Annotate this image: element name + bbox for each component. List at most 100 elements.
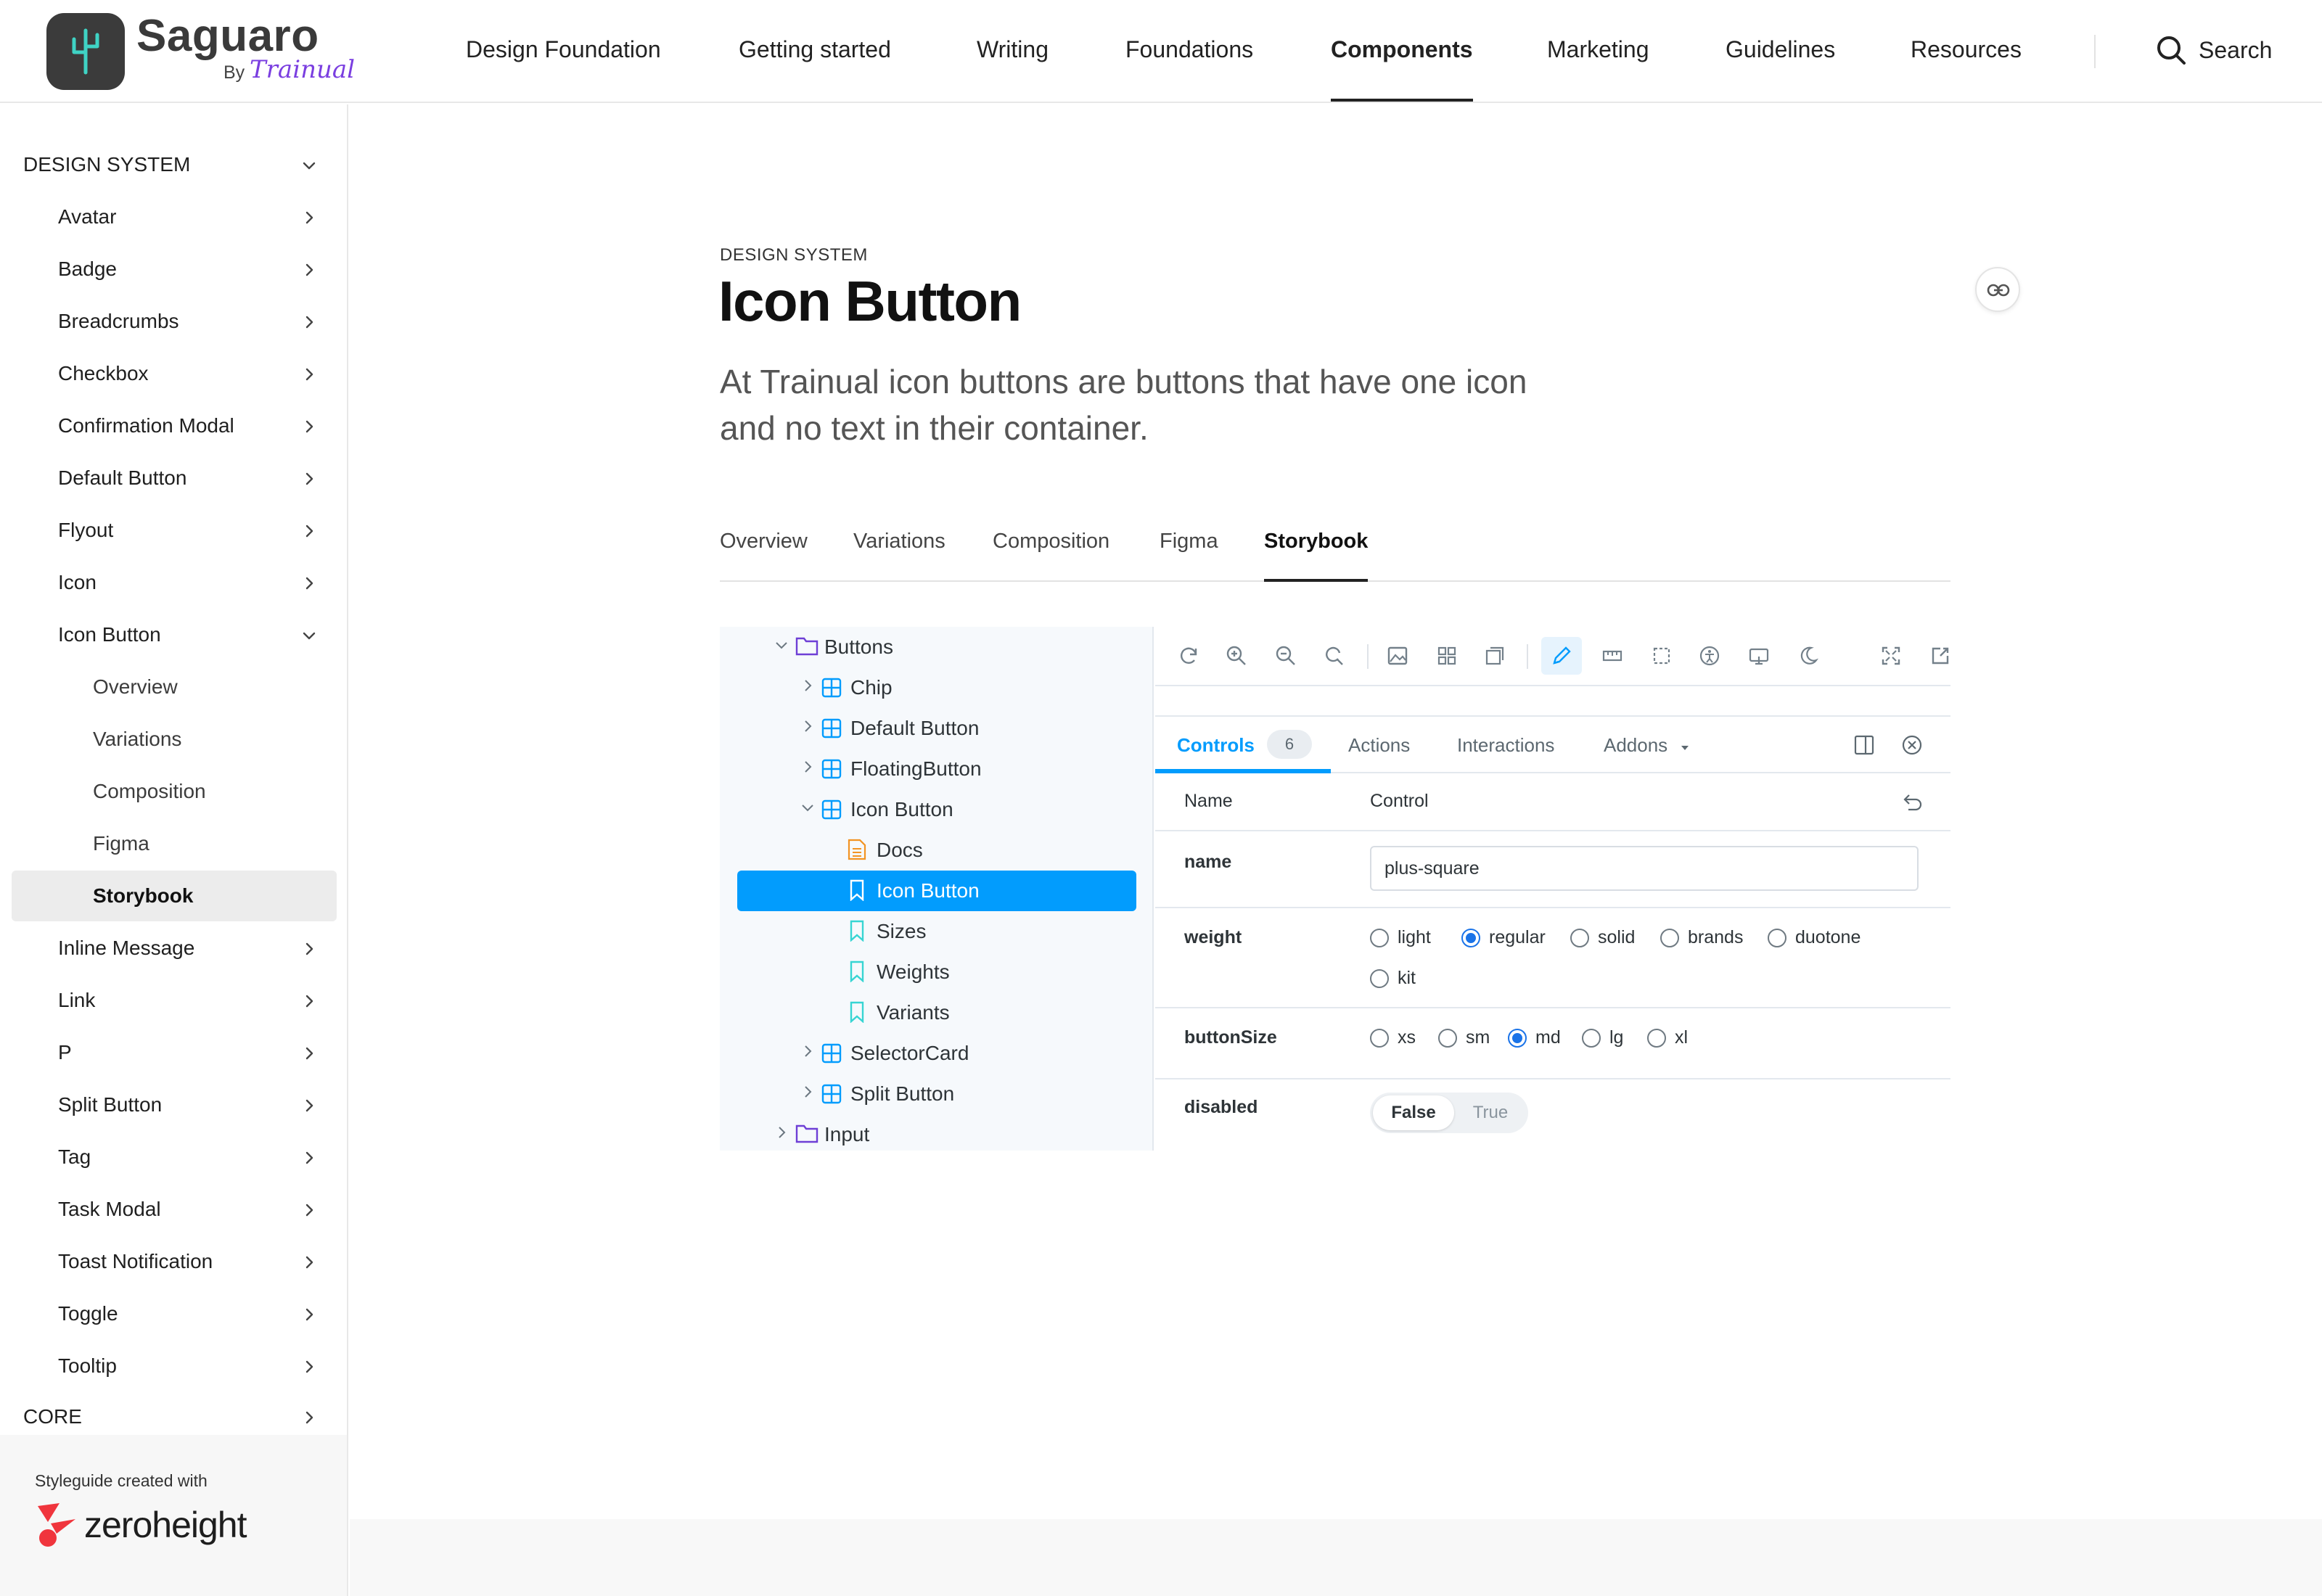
tab-overview[interactable]: Overview — [720, 530, 808, 582]
addon-tab-addons[interactable]: Addons — [1604, 734, 1690, 757]
search-button[interactable]: Search — [2155, 32, 2272, 68]
nav-getting-started[interactable]: Getting started — [739, 36, 891, 103]
tree-component-floatingbutton[interactable]: FloatingButton — [720, 749, 1154, 789]
tree-docs[interactable]: Docs — [720, 830, 1154, 871]
tab-composition[interactable]: Composition — [993, 530, 1109, 582]
sidebar-subitem-figma[interactable]: Figma — [0, 820, 341, 868]
weight-option-kit[interactable]: kit — [1370, 968, 1416, 989]
tab-variations[interactable]: Variations — [853, 530, 945, 582]
viewport-icon[interactable] — [1747, 644, 1771, 667]
sidebar-item-icon-button[interactable]: Icon Button — [0, 611, 341, 659]
pencil-icon[interactable] — [1550, 644, 1573, 667]
name-text-input[interactable]: plus-square — [1370, 846, 1919, 891]
tree-component-default-button[interactable]: Default Button — [720, 708, 1154, 749]
sidebar-item-split-button[interactable]: Split Button — [0, 1081, 341, 1129]
radio-button[interactable] — [1582, 1028, 1601, 1048]
tree-story-icon-button[interactable]: Icon Button — [737, 871, 1136, 911]
toggle-true-option[interactable]: True — [1456, 1095, 1525, 1130]
weight-option-brands[interactable]: brands — [1660, 927, 1743, 948]
ruler-icon[interactable] — [1601, 644, 1624, 667]
sidebar-item-p[interactable]: P — [0, 1029, 341, 1077]
tree-folder-input[interactable]: Input — [720, 1114, 1154, 1151]
sidebar-subitem-overview[interactable]: Overview — [0, 663, 341, 711]
nav-guidelines[interactable]: Guidelines — [1726, 36, 1835, 103]
size-option-md[interactable]: md — [1508, 1027, 1561, 1048]
copy-link-button[interactable] — [1975, 267, 2020, 312]
sidebar-item-link[interactable]: Link — [0, 976, 341, 1024]
tree-component-split-button[interactable]: Split Button — [720, 1074, 1154, 1114]
radio-button[interactable] — [1370, 968, 1389, 988]
tree-story-weights[interactable]: Weights — [720, 952, 1154, 992]
nav-components[interactable]: Components — [1331, 36, 1473, 103]
sidebar-item-inline-message[interactable]: Inline Message — [0, 924, 341, 972]
grid-icon[interactable] — [1435, 644, 1459, 667]
sidebar-item-confirmation-modal[interactable]: Confirmation Modal — [0, 402, 341, 450]
background-icon[interactable] — [1386, 644, 1409, 667]
sidebar-item-breadcrumbs[interactable]: Breadcrumbs — [0, 297, 341, 345]
selection-icon[interactable] — [1650, 644, 1673, 667]
tree-component-selectorcard[interactable]: SelectorCard — [720, 1033, 1154, 1074]
sidebar-item-toast-notification[interactable]: Toast Notification — [0, 1238, 341, 1286]
sidebar-item-tooltip[interactable]: Tooltip — [0, 1342, 341, 1390]
sidebar-subitem-composition[interactable]: Composition — [0, 768, 341, 815]
tree-component-chip[interactable]: Chip — [720, 667, 1154, 708]
radio-button-selected[interactable] — [1461, 928, 1480, 947]
accessibility-icon[interactable] — [1698, 644, 1721, 667]
radio-button[interactable] — [1660, 928, 1679, 947]
nav-writing[interactable]: Writing — [977, 36, 1049, 103]
zoom-out-icon[interactable] — [1274, 644, 1297, 667]
open-new-tab-icon[interactable] — [1929, 644, 1950, 667]
outline-icon[interactable] — [1483, 644, 1506, 667]
toggle-false-option[interactable]: False — [1373, 1095, 1454, 1130]
size-option-lg[interactable]: lg — [1582, 1027, 1623, 1048]
disabled-boolean-toggle[interactable]: False True — [1370, 1093, 1528, 1133]
tree-story-variants[interactable]: Variants — [720, 992, 1154, 1033]
tab-figma[interactable]: Figma — [1160, 530, 1218, 582]
weight-option-regular[interactable]: regular — [1461, 927, 1546, 948]
sidebar-item-default-button[interactable]: Default Button — [0, 454, 341, 502]
size-option-xl[interactable]: xl — [1647, 1027, 1688, 1048]
sidebar-section-core[interactable]: CORE — [0, 1393, 341, 1441]
radio-button[interactable] — [1370, 928, 1389, 947]
zoom-in-icon[interactable] — [1225, 644, 1248, 667]
sidebar-item-task-modal[interactable]: Task Modal — [0, 1185, 341, 1233]
close-panel-icon[interactable] — [1901, 734, 1923, 756]
fullscreen-icon[interactable] — [1879, 644, 1903, 667]
zeroheight-logo[interactable]: zeroheight — [35, 1502, 247, 1548]
nav-foundations[interactable]: Foundations — [1125, 36, 1253, 103]
radio-button[interactable] — [1647, 1028, 1666, 1048]
sidebar-item-icon[interactable]: Icon — [0, 559, 341, 606]
tree-folder-buttons[interactable]: Buttons — [720, 627, 1154, 667]
radio-button[interactable] — [1768, 928, 1786, 947]
panel-layout-icon[interactable] — [1853, 734, 1875, 756]
sidebar-item-checkbox[interactable]: Checkbox — [0, 350, 341, 398]
tree-component-icon-button[interactable]: Icon Button — [720, 789, 1154, 830]
radio-button[interactable] — [1370, 1028, 1389, 1048]
zoom-reset-icon[interactable] — [1322, 644, 1345, 667]
nav-resources[interactable]: Resources — [1911, 36, 2022, 103]
sidebar-item-tag[interactable]: Tag — [0, 1133, 341, 1181]
addon-tab-interactions[interactable]: Interactions — [1457, 734, 1554, 757]
nav-design-foundation[interactable]: Design Foundation — [466, 36, 661, 103]
tab-storybook[interactable]: Storybook — [1264, 530, 1369, 582]
addon-tab-actions[interactable]: Actions — [1348, 734, 1410, 757]
saguaro-logo[interactable] — [46, 13, 125, 90]
radio-button-selected[interactable] — [1508, 1028, 1527, 1048]
weight-option-duotone[interactable]: duotone — [1768, 927, 1861, 948]
reload-icon[interactable] — [1177, 644, 1200, 667]
size-option-xs[interactable]: xs — [1370, 1027, 1416, 1048]
sidebar-subitem-storybook[interactable]: Storybook — [12, 871, 337, 921]
sidebar-subitem-variations[interactable]: Variations — [0, 715, 341, 763]
reset-controls-icon[interactable] — [1901, 792, 1923, 813]
radio-button[interactable] — [1570, 928, 1589, 947]
size-option-sm[interactable]: sm — [1438, 1027, 1490, 1048]
weight-option-light[interactable]: light — [1370, 927, 1431, 948]
nav-marketing[interactable]: Marketing — [1547, 36, 1649, 103]
sidebar-section-design-system[interactable]: DESIGN SYSTEM — [0, 141, 341, 189]
sidebar-item-flyout[interactable]: Flyout — [0, 506, 341, 554]
tree-story-sizes[interactable]: Sizes — [720, 911, 1154, 952]
addon-tab-controls[interactable]: Controls — [1177, 734, 1255, 757]
sidebar-item-badge[interactable]: Badge — [0, 245, 341, 293]
sidebar-item-toggle[interactable]: Toggle — [0, 1290, 341, 1338]
moon-icon[interactable] — [1797, 644, 1820, 667]
